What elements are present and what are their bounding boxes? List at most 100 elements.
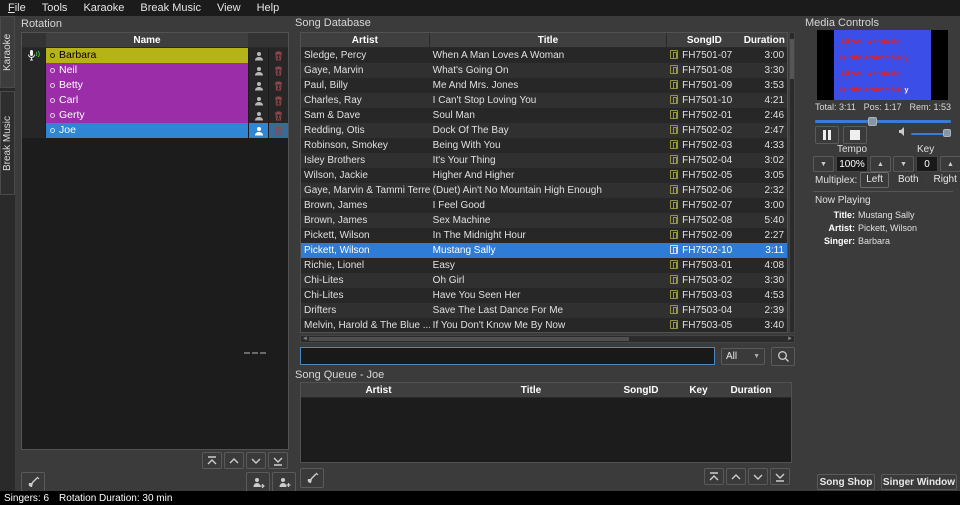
singer-regulars-button[interactable] (248, 93, 268, 108)
volume-slider[interactable] (911, 129, 951, 138)
singer-name-cell[interactable]: Joe (46, 123, 248, 138)
singer-window-button[interactable]: Singer Window (881, 474, 957, 490)
menu-item-view[interactable]: View (209, 0, 249, 16)
side-tab-break-music[interactable]: Break Music (0, 91, 15, 195)
menu-item-help[interactable]: Help (249, 0, 288, 16)
db-header-title[interactable]: Title (430, 33, 668, 47)
song-row[interactable]: Brown, JamesSex MachineFH7502-085:40 (301, 213, 787, 228)
position-slider-handle[interactable] (868, 117, 877, 126)
move-song-to-top-button[interactable] (704, 468, 724, 485)
singer-regulars-button[interactable] (248, 123, 268, 138)
song-row[interactable]: Pickett, WilsonMustang SallyFH7502-103:1… (301, 243, 787, 258)
menu-item-break-music[interactable]: Break Music (132, 0, 209, 16)
rotation-singer-row[interactable]: Neil (22, 63, 288, 78)
move-singer-to-top-button[interactable] (202, 452, 222, 469)
singer-regulars-button[interactable] (248, 78, 268, 93)
database-horizontal-scrollbar[interactable]: ◄ ► (300, 335, 795, 343)
menu-item-file[interactable]: File (0, 0, 34, 16)
db-header-songid[interactable]: SongID (667, 33, 741, 47)
side-tab-karaoke[interactable]: Karaoke (0, 16, 15, 88)
tempo-up-button[interactable]: ▲ (870, 156, 891, 172)
rotation-singer-row[interactable]: Barbara (22, 48, 288, 63)
song-id-text: FH7502-02 (682, 125, 732, 136)
song-row[interactable]: Charles, RayI Can't Stop Loving YouFH750… (301, 93, 787, 108)
song-database-panel: Song Database ArtistTitleSongIDDuration … (295, 16, 805, 368)
singer-history-button[interactable] (246, 472, 270, 492)
song-row[interactable]: Chi-LitesOh GirlFH7503-023:30 (301, 273, 787, 288)
song-row[interactable]: Brown, JamesI Feel GoodFH7502-073:00 (301, 198, 787, 213)
singer-regulars-button[interactable] (248, 63, 268, 78)
scroll-right-icon[interactable]: ► (786, 336, 794, 342)
singer-delete-button[interactable] (268, 123, 288, 138)
song-row[interactable]: Richie, LionelEasyFH7503-014:08 (301, 258, 787, 273)
song-row[interactable]: Redding, OtisDock Of The BayFH7502-022:4… (301, 123, 787, 138)
database-vertical-scrollbar[interactable] (789, 32, 795, 333)
song-row[interactable]: DriftersSave The Last Dance For MeFH7503… (301, 303, 787, 318)
singer-delete-button[interactable] (268, 63, 288, 78)
key-up-button[interactable]: ▲ (940, 156, 960, 172)
db-header-artist[interactable]: Artist (301, 33, 430, 47)
db-header-duration[interactable]: Duration (741, 33, 787, 47)
rotation-singer-row[interactable]: Carl (22, 93, 288, 108)
rotation-name-header[interactable]: Name (46, 33, 248, 47)
rotation-singer-row[interactable]: Betty (22, 78, 288, 93)
rotation-singer-row[interactable]: Gerty (22, 108, 288, 123)
clear-rotation-button[interactable] (21, 472, 45, 492)
move-song-to-bottom-button[interactable] (770, 468, 790, 485)
singer-name-cell[interactable]: Neil (46, 63, 248, 78)
multiplex-both-button[interactable]: Both (892, 172, 925, 188)
search-button[interactable] (771, 347, 795, 366)
singer-regulars-button[interactable] (248, 108, 268, 123)
volume-slider-handle[interactable] (943, 129, 951, 137)
queue-header-title[interactable]: Title (456, 383, 606, 397)
scroll-left-icon[interactable]: ◄ (301, 336, 309, 342)
singer-delete-button[interactable] (268, 78, 288, 93)
position-slider[interactable] (815, 117, 951, 126)
move-singer-to-bottom-button[interactable] (268, 452, 288, 469)
queue-header-duration[interactable]: Duration (721, 383, 781, 397)
pause-button[interactable] (815, 126, 839, 144)
song-row[interactable]: Melvin, Harold & The Blue ...If You Don'… (301, 318, 787, 333)
song-row[interactable]: Robinson, SmokeyBeing With YouFH7502-034… (301, 138, 787, 153)
song-id: FH7503-02 (667, 273, 741, 288)
search-type-combobox[interactable]: All ▼ (721, 348, 765, 365)
song-row[interactable]: Gaye, Marvin & Tammi Terrell(Duet) Ain't… (301, 183, 787, 198)
song-row[interactable]: Paul, BillyMe And Mrs. JonesFH7501-093:5… (301, 78, 787, 93)
queue-header-key[interactable]: Key (676, 383, 721, 397)
song-shop-button[interactable]: Song Shop (817, 474, 875, 490)
singer-name-cell[interactable]: Carl (46, 93, 248, 108)
menu-item-tools[interactable]: Tools (34, 0, 76, 16)
song-row[interactable]: Gaye, MarvinWhat's Going OnFH7501-083:30 (301, 63, 787, 78)
singer-regulars-button[interactable] (248, 48, 268, 63)
tempo-down-button[interactable]: ▼ (813, 156, 834, 172)
add-singer-button[interactable] (272, 472, 296, 492)
menu-item-karaoke[interactable]: Karaoke (75, 0, 132, 16)
stop-button[interactable] (843, 126, 867, 144)
singer-name-cell[interactable]: Gerty (46, 108, 248, 123)
singer-delete-button[interactable] (268, 108, 288, 123)
song-row[interactable]: Wilson, JackieHigher And HigherFH7502-05… (301, 168, 787, 183)
clear-queue-button[interactable] (300, 468, 324, 488)
song-row[interactable]: Pickett, WilsonIn The Midnight HourFH750… (301, 228, 787, 243)
queue-header-artist[interactable]: Artist (301, 383, 456, 397)
move-song-down-button[interactable] (748, 468, 768, 485)
move-song-up-button[interactable] (726, 468, 746, 485)
singer-delete-button[interactable] (268, 48, 288, 63)
move-singer-down-button[interactable] (246, 452, 266, 469)
panel-splitter-handle[interactable] (244, 352, 266, 355)
key-value: 0 (916, 156, 938, 172)
multiplex-left-button[interactable]: Left (860, 172, 889, 188)
song-row[interactable]: Isley BrothersIt's Your ThingFH7502-043:… (301, 153, 787, 168)
move-singer-up-button[interactable] (224, 452, 244, 469)
singer-name-cell[interactable]: Barbara (46, 48, 248, 63)
search-input[interactable] (300, 347, 715, 365)
song-row[interactable]: Sledge, PercyWhen A Man Loves A WomanFH7… (301, 48, 787, 63)
singer-name-cell[interactable]: Betty (46, 78, 248, 93)
rotation-singer-row[interactable]: Joe (22, 123, 288, 138)
song-row[interactable]: Sam & DaveSoul ManFH7502-012:46 (301, 108, 787, 123)
queue-header-songid[interactable]: SongID (606, 383, 676, 397)
singer-delete-button[interactable] (268, 93, 288, 108)
key-down-button[interactable]: ▼ (893, 156, 914, 172)
song-row[interactable]: Chi-LitesHave You Seen HerFH7503-034:53 (301, 288, 787, 303)
multiplex-right-button[interactable]: Right (928, 172, 960, 188)
